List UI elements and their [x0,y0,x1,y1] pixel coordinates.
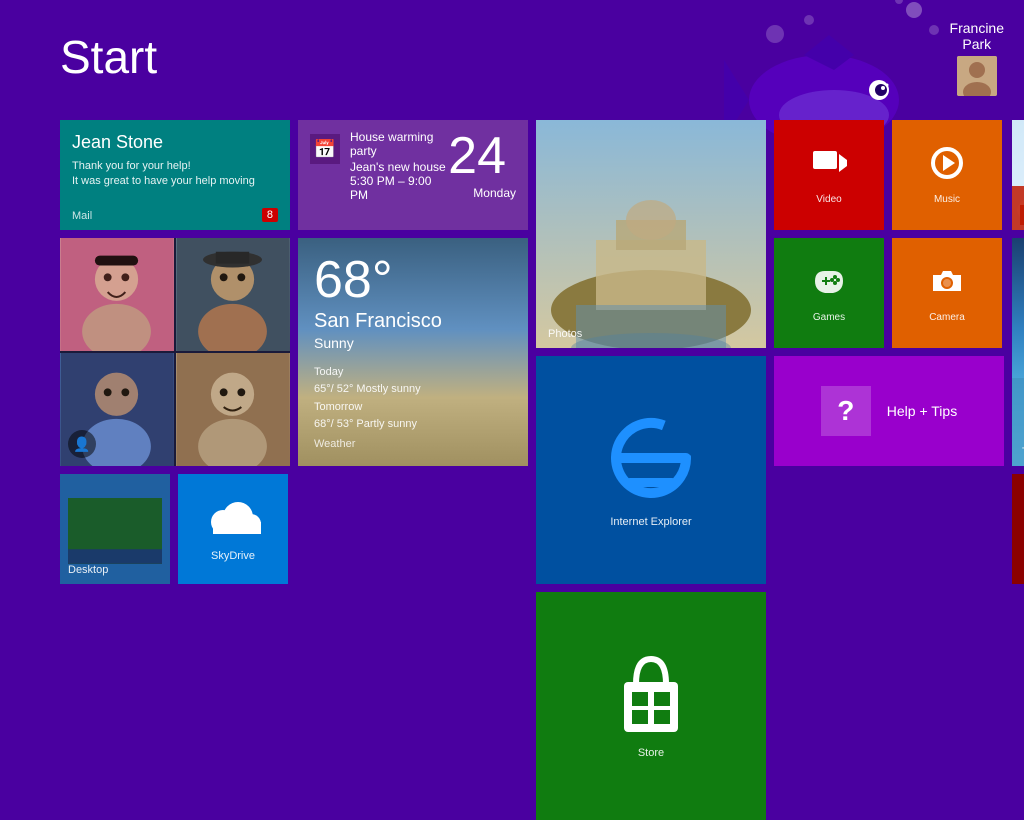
calendar-day: Monday [448,186,516,200]
ie-icon [606,413,696,508]
video-label: Video [816,194,841,205]
tiles-container: Jean Stone Thank you for your help!It wa… [60,120,1024,820]
tile-help[interactable]: ? Help + Tips [774,356,1004,466]
event-time: 5:30 PM – 9:00 PM [350,174,448,202]
tile-weather[interactable]: 68° San Francisco Sunny Today 65°/ 52° M… [298,238,528,466]
page-title: Start [60,30,157,84]
help-icon: ? [821,386,871,436]
column-1: Jean Stone Thank you for your help!It wa… [60,120,290,820]
help-label: Help + Tips [887,403,957,419]
people-photo-1 [60,238,174,351]
tile-store[interactable]: Store [536,592,766,820]
games-icon [811,263,847,308]
tile-travel[interactable]: Travel [1012,238,1024,466]
weather-city: San Francisco [314,310,512,333]
weather-forecast: Today 65°/ 52° Mostly sunny Tomorrow 68°… [314,364,512,434]
cloud-icon [203,497,263,546]
forecast-today-detail: 65°/ 52° Mostly sunny [314,381,512,399]
calendar-date-block: 24 Monday [448,130,516,200]
travel-image [1012,238,1024,466]
camera-label: Camera [929,312,965,323]
games-label: Games [813,312,845,323]
bottom-small-row: Games Camera [774,238,1004,348]
polar-overlay: 📰 Polar bears enjoy fun, freetheir new h… [1012,186,1024,230]
tile-photos[interactable]: Photos [536,120,766,348]
top-small-row: Video Music [774,120,1004,230]
store-icon [616,654,686,739]
desktop-label: Desktop [68,564,108,576]
tile-polar-bears[interactable]: 📰 Polar bears enjoy fun, freetheir new h… [1012,120,1024,230]
store-label: Store [638,747,664,759]
weather-condition: Sunny [314,335,512,351]
tile-games[interactable]: Games [774,238,884,348]
forecast-tomorrow-label: Tomorrow [314,399,512,417]
forecast-today-label: Today [314,364,512,382]
photos-image [536,120,766,348]
people-photo-4 [176,353,290,466]
photos-label: Photos [548,328,582,340]
skydrive-label: SkyDrive [211,550,255,562]
polar-icon: 📰 [1020,205,1024,225]
tile-calendar[interactable]: 📅 House warming party Jean's new house 5… [298,120,528,230]
mail-app-label: Mail [72,210,92,222]
people-photo-2 [176,238,290,351]
music-icon [929,145,965,190]
forecast-tomorrow-detail: 68°/ 53° Partly sunny [314,416,512,434]
mail-sender: Jean Stone [72,132,278,153]
tile-skydrive[interactable]: SkyDrive [178,474,288,584]
tile-music[interactable]: Music [892,120,1002,230]
event-title: House warming party [350,130,448,158]
user-last-name: Park [962,36,991,52]
column-2: 📅 House warming party Jean's new house 5… [298,120,528,820]
tile-mail[interactable]: Jean Stone Thank you for your help!It wa… [60,120,290,230]
column-4: Video Music [774,120,1004,820]
calendar-icon: 📅 [310,134,340,164]
event-location: Jean's new house [350,160,448,174]
tile-camera[interactable]: Camera [892,238,1002,348]
user-profile[interactable]: Francine Park [950,20,1004,96]
bottom-row-1: Desktop SkyDrive [60,474,290,584]
calendar-text: House warming party Jean's new house 5:3… [350,130,448,202]
calendar-date: 24 [448,130,506,182]
weather-label: Weather [314,438,512,450]
tile-desktop[interactable]: Desktop [60,474,170,584]
tile-reading-list[interactable]: Reading List [1012,474,1024,584]
people-icon: 👤 [68,430,96,458]
tile-video[interactable]: Video [774,120,884,230]
column-3: Photos Internet Explorer [536,120,766,820]
desktop-preview [68,498,162,564]
camera-icon [929,263,965,308]
avatar-image [957,56,997,96]
ie-label: Internet Explorer [610,516,691,528]
reading-health-row: Reading List Health [1012,474,1024,584]
tile-people[interactable]: 👤 [60,238,290,466]
column-5: 📰 Polar bears enjoy fun, freetheir new h… [1012,120,1024,820]
video-icon [811,145,847,190]
weather-temp: 68° [314,254,512,306]
mail-badge: 8 [262,208,278,222]
user-avatar[interactable] [957,56,997,96]
mail-message: Thank you for your help!It was great to … [72,159,278,190]
tile-ie[interactable]: Internet Explorer [536,356,766,584]
user-first-name: Francine [950,20,1004,36]
music-label: Music [934,194,960,205]
